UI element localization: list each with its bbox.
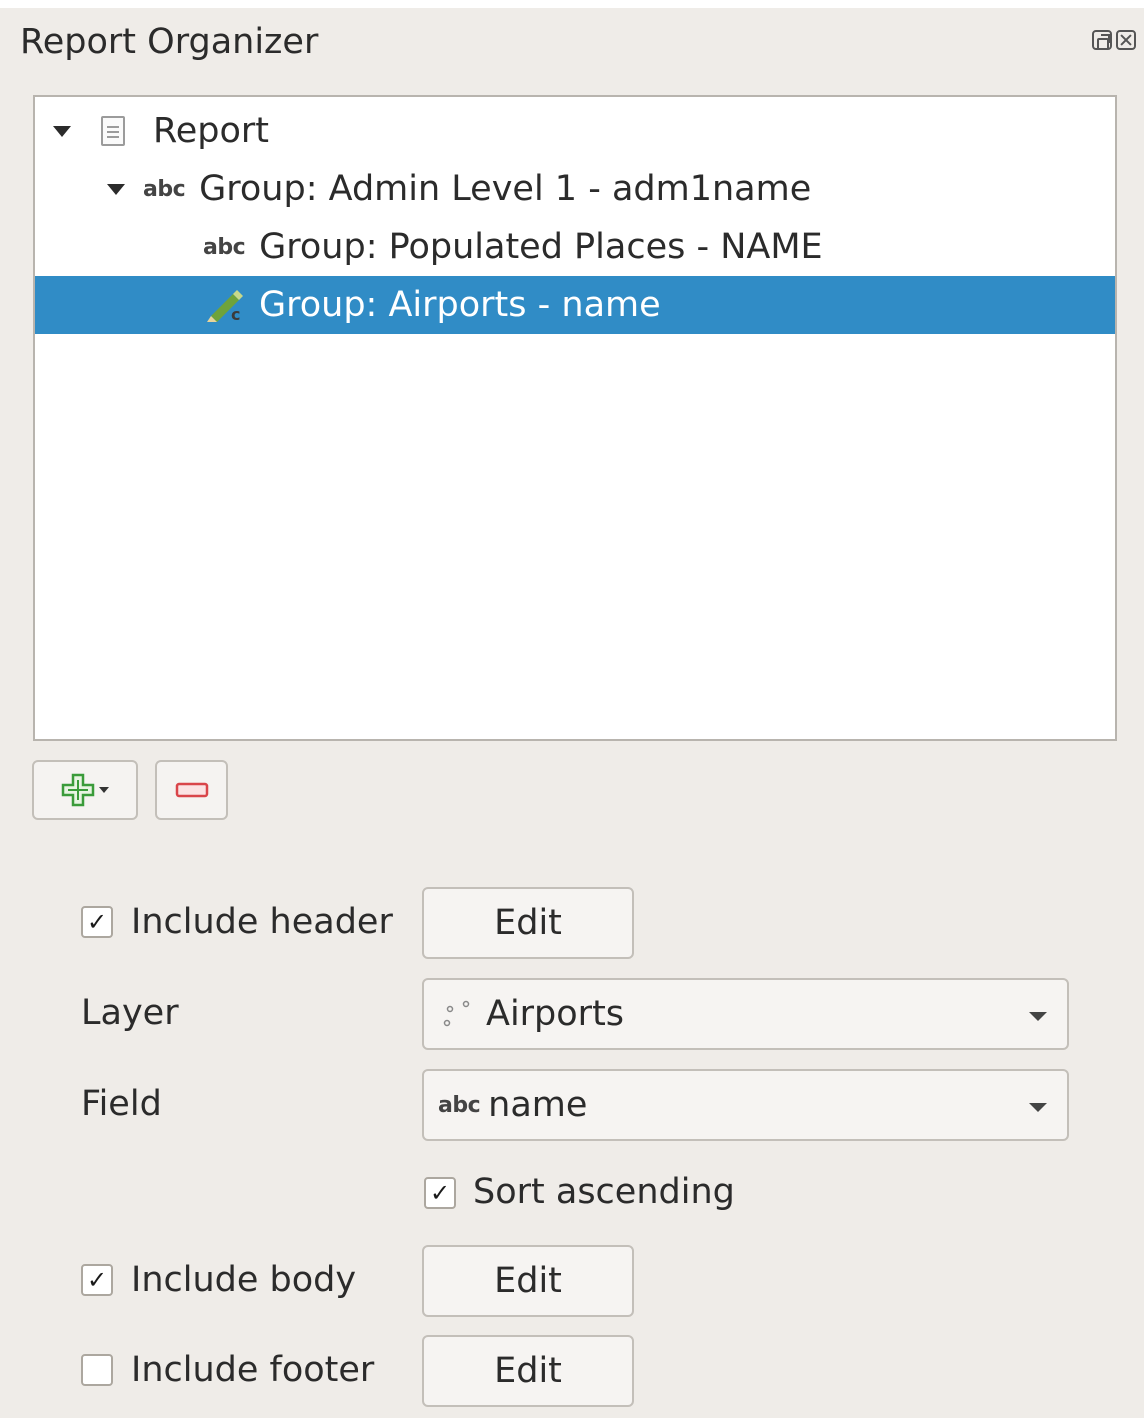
- field-select[interactable]: abc name: [422, 1069, 1069, 1141]
- report-organizer-panel: Report Organizer Report abc Group: Admin…: [0, 8, 1144, 1418]
- field-label: Field: [81, 1084, 162, 1124]
- report-document-icon: [101, 116, 125, 146]
- remove-section-button[interactable]: [155, 760, 228, 820]
- field-select-value: name: [488, 1085, 588, 1125]
- dock-float-icon[interactable]: [1092, 30, 1112, 50]
- layer-select[interactable]: Airports: [422, 978, 1069, 1050]
- expand-arrow-icon[interactable]: [107, 183, 125, 195]
- include-header-label: Include header: [131, 902, 393, 942]
- include-footer-checkbox[interactable]: [81, 1354, 113, 1386]
- add-section-button[interactable]: [32, 760, 138, 820]
- panel-window-buttons: [1092, 30, 1136, 50]
- tree-item-admin-level-group[interactable]: abc Group: Admin Level 1 - adm1name: [35, 160, 1115, 218]
- chevron-down-icon: [99, 787, 109, 793]
- add-plus-icon: [61, 773, 95, 807]
- tree-item-label: Group: Populated Places - NAME: [259, 227, 823, 267]
- report-tree[interactable]: Report abc Group: Admin Level 1 - adm1na…: [33, 95, 1117, 741]
- tree-item-label: Group: Airports - name: [259, 285, 661, 325]
- expand-arrow-icon[interactable]: [53, 125, 71, 137]
- tree-item-populated-places-group[interactable]: abc Group: Populated Places - NAME: [35, 218, 1115, 276]
- tree-item-label: Report: [153, 111, 270, 151]
- text-field-icon: abc: [438, 1092, 481, 1118]
- chevron-down-icon: [1029, 1012, 1047, 1021]
- sort-ascending-label: Sort ascending: [473, 1172, 735, 1212]
- edit-header-button[interactable]: Edit: [422, 887, 634, 959]
- tree-item-report[interactable]: Report: [35, 102, 1115, 160]
- include-body-label: Include body: [131, 1260, 357, 1300]
- layer-select-value: Airports: [486, 994, 625, 1034]
- edit-pencil-icon: c: [207, 290, 243, 322]
- sort-ascending-checkbox[interactable]: ✓: [424, 1177, 456, 1209]
- include-footer-label: Include footer: [131, 1350, 375, 1390]
- text-field-icon: abc: [143, 176, 186, 202]
- edit-footer-button[interactable]: Edit: [422, 1335, 634, 1407]
- remove-minus-icon: [175, 782, 208, 798]
- edit-body-button[interactable]: Edit: [422, 1245, 634, 1317]
- text-field-icon: abc: [203, 234, 246, 260]
- include-header-checkbox[interactable]: ✓: [81, 906, 113, 938]
- point-layer-icon: [443, 1000, 470, 1027]
- close-icon[interactable]: [1116, 30, 1136, 50]
- chevron-down-icon: [1029, 1103, 1047, 1112]
- svg-text:c: c: [231, 305, 240, 322]
- panel-title: Report Organizer: [20, 22, 319, 62]
- include-body-checkbox[interactable]: ✓: [81, 1264, 113, 1296]
- tree-item-airports-group[interactable]: c Group: Airports - name: [35, 276, 1115, 334]
- layer-label: Layer: [81, 993, 179, 1033]
- tree-item-label: Group: Admin Level 1 - adm1name: [199, 169, 812, 209]
